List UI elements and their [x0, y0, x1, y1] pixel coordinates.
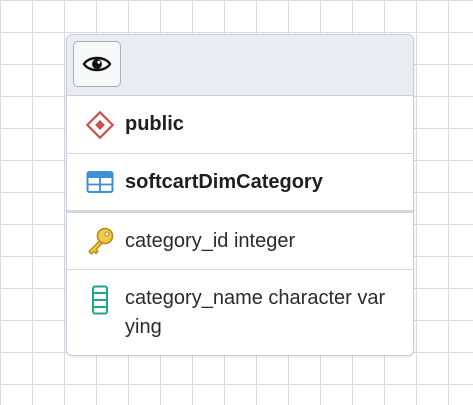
column-row[interactable]: category_name character varying	[67, 270, 413, 355]
column-label: category_name character varying	[125, 287, 386, 338]
table-node[interactable]: public softcartDimCategory category_id i…	[66, 34, 414, 356]
schema-row[interactable]: public	[67, 96, 413, 154]
schema-diamond-icon	[85, 110, 115, 140]
key-icon	[85, 226, 115, 256]
schema-name: public	[125, 113, 184, 135]
column-row[interactable]: category_id integer	[67, 213, 413, 270]
column-icon	[85, 285, 115, 315]
column-label: category_id integer	[125, 229, 296, 252]
toggle-details-button[interactable]	[73, 41, 121, 87]
eye-icon	[82, 56, 112, 72]
table-node-header	[67, 35, 413, 96]
erd-canvas[interactable]: public softcartDimCategory category_id i…	[0, 0, 473, 405]
table-name: softcartDimCategory	[125, 170, 323, 193]
table-name-row[interactable]: softcartDimCategory	[67, 154, 413, 213]
table-grid-icon	[85, 167, 115, 197]
